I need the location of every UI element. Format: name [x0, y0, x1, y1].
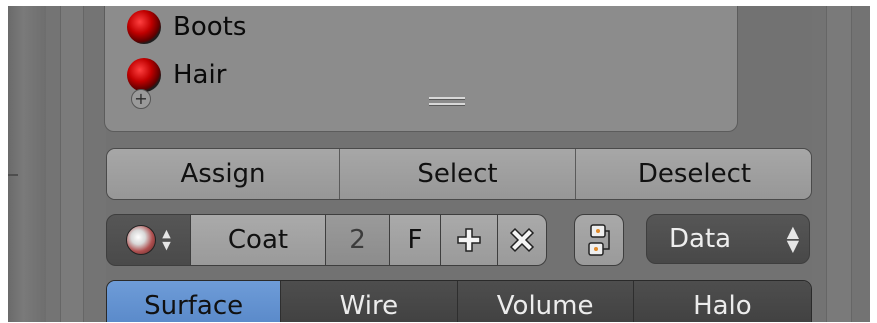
- unlink-material-button[interactable]: [498, 214, 547, 266]
- assign-button[interactable]: Assign: [107, 149, 340, 199]
- new-material-button[interactable]: [441, 214, 498, 266]
- data-link-button[interactable]: [574, 214, 624, 266]
- plus-icon: [457, 228, 481, 252]
- slot-name: Boots: [173, 12, 247, 42]
- tab-surface[interactable]: Surface: [107, 281, 282, 322]
- link-dropdown[interactable]: Data ▲ ▼: [646, 214, 810, 264]
- material-sphere-icon: [126, 225, 157, 255]
- list-item[interactable]: Boots: [127, 7, 246, 47]
- deselect-button[interactable]: Deselect: [576, 149, 811, 199]
- tab-halo[interactable]: Halo: [633, 281, 811, 322]
- fake-user-button[interactable]: F: [390, 214, 441, 266]
- chevron-updown-icon: ▲ ▼: [162, 227, 171, 252]
- tab-wire[interactable]: Wire: [281, 281, 458, 322]
- resize-grip-icon[interactable]: [429, 103, 465, 105]
- panel-gutter: [46, 6, 106, 322]
- scrollbar-track[interactable]: [812, 6, 870, 322]
- slot-button-row: Assign Select Deselect: [106, 148, 812, 200]
- left-panel-edge: [8, 6, 47, 322]
- data-link-icon: [588, 224, 610, 256]
- preview-tabs: Surface Wire Volume Halo: [106, 280, 812, 322]
- resize-grip-icon[interactable]: [429, 97, 465, 99]
- material-slots-list[interactable]: Boots Hair +: [104, 6, 738, 132]
- material-preview-icon: [127, 58, 161, 92]
- tab-volume[interactable]: Volume: [457, 281, 634, 322]
- select-button[interactable]: Select: [340, 149, 576, 199]
- material-selector: ▲ ▼ Coat 2 F: [106, 214, 547, 266]
- link-dropdown-value: Data: [669, 224, 732, 254]
- material-name-field[interactable]: Coat: [191, 214, 326, 266]
- plus-circle-icon[interactable]: +: [131, 89, 151, 109]
- properties-panel: Boots Hair + Assign Select Deselect ▲ ▼ C…: [8, 6, 870, 322]
- user-count-button[interactable]: 2: [326, 214, 390, 266]
- chevron-updown-icon: ▲ ▼: [786, 222, 799, 255]
- browse-material-button[interactable]: ▲ ▼: [106, 214, 191, 266]
- slot-name: Hair: [173, 60, 227, 90]
- material-preview-icon: [127, 10, 161, 44]
- x-icon: [509, 227, 535, 253]
